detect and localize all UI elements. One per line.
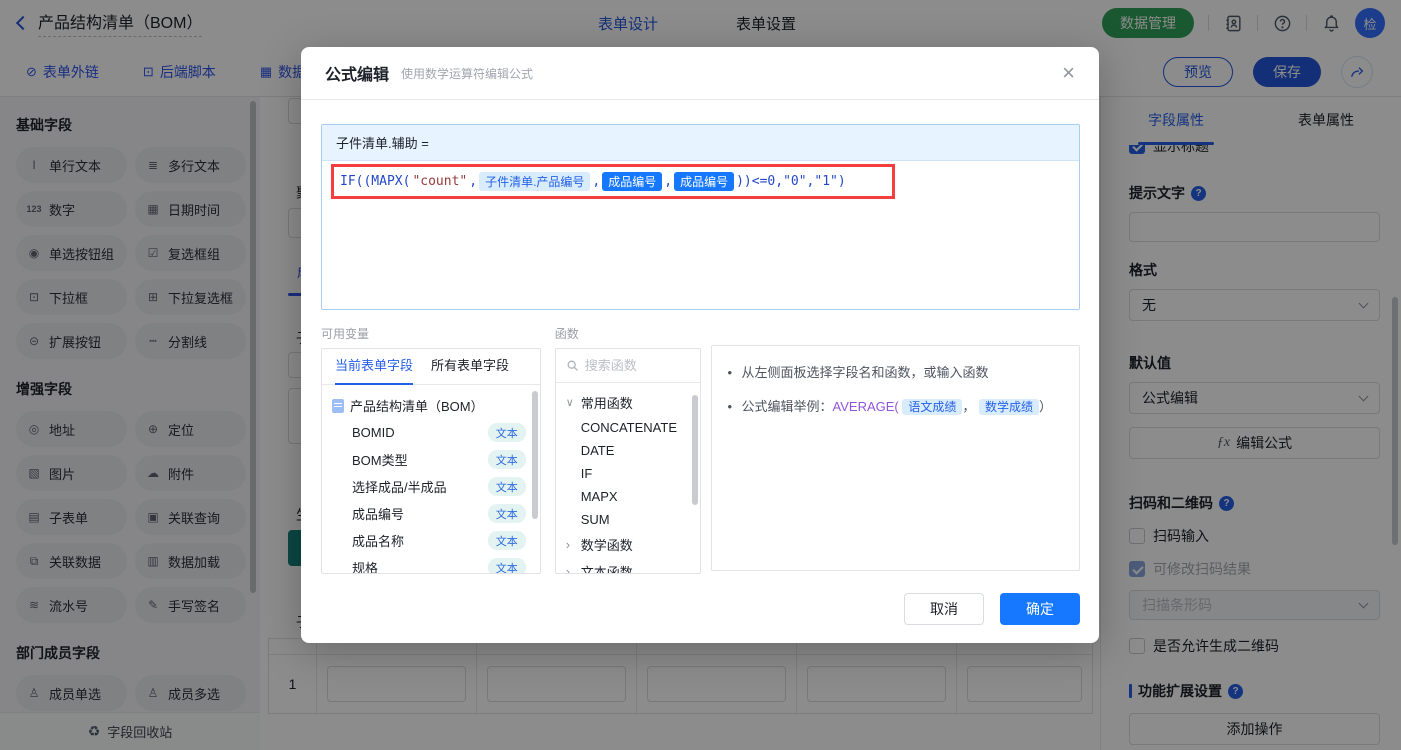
variables-scrollbar[interactable]	[531, 391, 538, 519]
type-badge: 文本	[487, 450, 526, 469]
example-field-chip: 数学成绩	[979, 399, 1040, 415]
formula-editor: 子件清单.辅助 = IF((MAPX("count", 子件清单.产品编号, 成…	[321, 124, 1080, 310]
example-function-name: AVERAGE(	[832, 399, 899, 414]
modal-middle-row: 可用变量 当前表单字段 所有表单字段 产品结构清单（BOM） BOMID 文本 B…	[321, 325, 1080, 574]
variable-item[interactable]: 规格 文本	[322, 554, 540, 573]
code-token: ,	[664, 174, 673, 189]
type-badge: 文本	[487, 504, 526, 523]
functions-column: 函数 常用函数 CONCATENATE DATE IF MAPX SUM 数学函…	[554, 325, 701, 574]
help-column: 从左侧面板选择字段名和函数，或输入函数 公式编辑举例：AVERAGE( 语文成绩…	[710, 325, 1080, 574]
variables-label: 可用变量	[321, 327, 370, 341]
field-chip-selected[interactable]: 成品编号	[602, 172, 663, 191]
close-icon[interactable]	[1062, 62, 1075, 84]
formula-editor-modal: 公式编辑 使用数学运算符编辑公式 子件清单.辅助 = IF((MAPX("cou…	[301, 47, 1099, 643]
function-item-date[interactable]: DATE	[556, 439, 700, 462]
variables-root-node[interactable]: 产品结构清单（BOM）	[322, 392, 540, 419]
formula-target: 子件清单.辅助 =	[322, 125, 1079, 161]
function-item-concatenate[interactable]: CONCATENATE	[556, 416, 700, 439]
code-token: IF((MAPX(	[340, 174, 411, 189]
formula-expression[interactable]: IF((MAPX("count", 子件清单.产品编号, 成品编号, 成品编号)…	[340, 172, 846, 191]
variables-column: 可用变量 当前表单字段 所有表单字段 产品结构清单（BOM） BOMID 文本 B…	[321, 325, 541, 574]
chevron-right-icon	[566, 537, 576, 552]
form-document-icon	[332, 398, 344, 413]
function-group-text[interactable]: 文本函数	[556, 558, 700, 573]
variables-tabs: 当前表单字段 所有表单字段	[322, 349, 540, 385]
modal-footer: 取消 确定	[301, 593, 1080, 625]
chevron-right-icon	[566, 564, 576, 573]
cancel-button[interactable]: 取消	[904, 593, 984, 625]
code-token: ,	[469, 174, 478, 189]
variable-item[interactable]: 成品编号 文本	[322, 500, 540, 527]
functions-box: 常用函数 CONCATENATE DATE IF MAPX SUM 数学函数 文…	[554, 348, 701, 574]
function-search-row	[555, 349, 700, 383]
function-item-mapx[interactable]: MAPX	[556, 485, 700, 508]
search-icon	[567, 360, 578, 371]
type-badge: 文本	[487, 423, 526, 442]
function-item-if[interactable]: IF	[556, 462, 700, 485]
type-badge: 文本	[487, 558, 526, 573]
help-line-2: 公式编辑举例：AVERAGE( 语文成绩， 数学成绩）	[728, 397, 1064, 417]
variables-list: 产品结构清单（BOM） BOMID 文本 BOM类型 文本 选择成品/半成品 文本 成…	[322, 385, 540, 573]
code-token: ))<=0,"0","1")	[736, 174, 846, 189]
formula-input-area[interactable]: IF((MAPX("count", 子件清单.产品编号, 成品编号, 成品编号)…	[322, 161, 1079, 309]
confirm-button[interactable]: 确定	[1000, 593, 1080, 625]
chevron-down-icon	[566, 396, 576, 409]
functions-scrollbar[interactable]	[691, 395, 698, 505]
example-field-chip: 语文成绩	[902, 399, 963, 415]
annotation-red-box: IF((MAPX("count", 子件清单.产品编号, 成品编号, 成品编号)…	[331, 164, 895, 199]
field-chip-selected[interactable]: 成品编号	[674, 172, 735, 191]
modal-subtitle: 使用数学运算符编辑公式	[401, 66, 534, 81]
functions-label: 函数	[554, 327, 579, 341]
type-badge: 文本	[487, 477, 526, 496]
type-badge: 文本	[487, 531, 526, 550]
function-tree: 常用函数 CONCATENATE DATE IF MAPX SUM 数学函数 文…	[556, 383, 700, 573]
variable-item[interactable]: BOM类型 文本	[322, 446, 540, 473]
app-root: 产品结构清单（BOM） 表单设计 表单设置 数据管理 检 ⊘ 表单外链 ⊡ 后端…	[0, 0, 1401, 750]
function-item-sum[interactable]: SUM	[556, 508, 700, 531]
string-token: "count"	[412, 174, 468, 189]
variable-item[interactable]: 选择成品/半成品 文本	[322, 473, 540, 500]
help-line-1: 从左侧面板选择字段名和函数，或输入函数	[728, 363, 1064, 383]
function-search-input[interactable]	[584, 358, 675, 373]
function-group-math[interactable]: 数学函数	[556, 531, 700, 558]
tab-all-form-fields[interactable]: 所有表单字段	[431, 349, 509, 385]
help-box: 从左侧面板选择字段名和函数，或输入函数 公式编辑举例：AVERAGE( 语文成绩…	[710, 345, 1080, 571]
modal-header: 公式编辑 使用数学运算符编辑公式	[301, 47, 1099, 100]
modal-title: 公式编辑	[325, 67, 390, 84]
field-chip[interactable]: 子件清单.产品编号	[479, 172, 591, 191]
tab-current-form-fields[interactable]: 当前表单字段	[335, 349, 414, 385]
variable-item[interactable]: BOMID 文本	[322, 419, 540, 446]
function-group-common[interactable]: 常用函数	[556, 389, 700, 416]
code-token: ,	[592, 174, 601, 189]
variable-item[interactable]: 成品名称 文本	[322, 527, 540, 554]
variables-box: 当前表单字段 所有表单字段 产品结构清单（BOM） BOMID 文本 BOM类型文…	[321, 348, 541, 574]
